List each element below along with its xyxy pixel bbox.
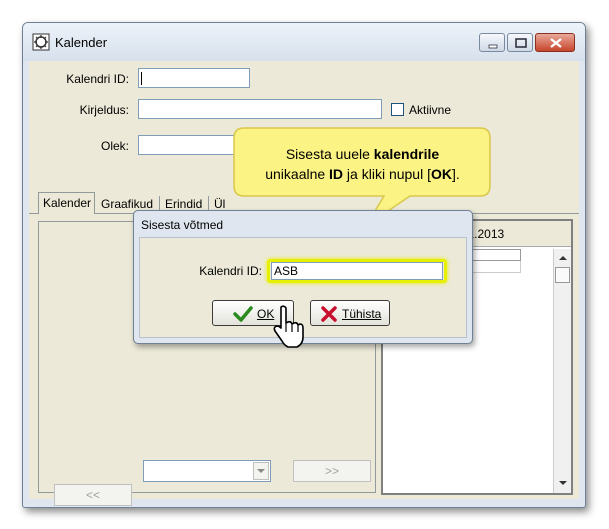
check-icon	[233, 306, 253, 322]
callout-line-2: unikaalne ID ja kliki nupul [OK].	[265, 166, 460, 182]
cancel-button[interactable]: Tühista	[310, 300, 390, 326]
cross-icon	[321, 306, 337, 322]
dialog-calendar-id-input[interactable]: ASB	[271, 262, 443, 280]
dialog-title: Sisesta võtmed	[141, 218, 224, 232]
callout-text: Sisesta uuele kalendrile unikaalne ID ja…	[240, 144, 485, 184]
callout-line-1: Sisesta uuele kalendrile	[285, 146, 440, 162]
dialog-calendar-id-label: Kalendri ID:	[199, 264, 262, 278]
hand-pointer-icon	[273, 305, 304, 348]
